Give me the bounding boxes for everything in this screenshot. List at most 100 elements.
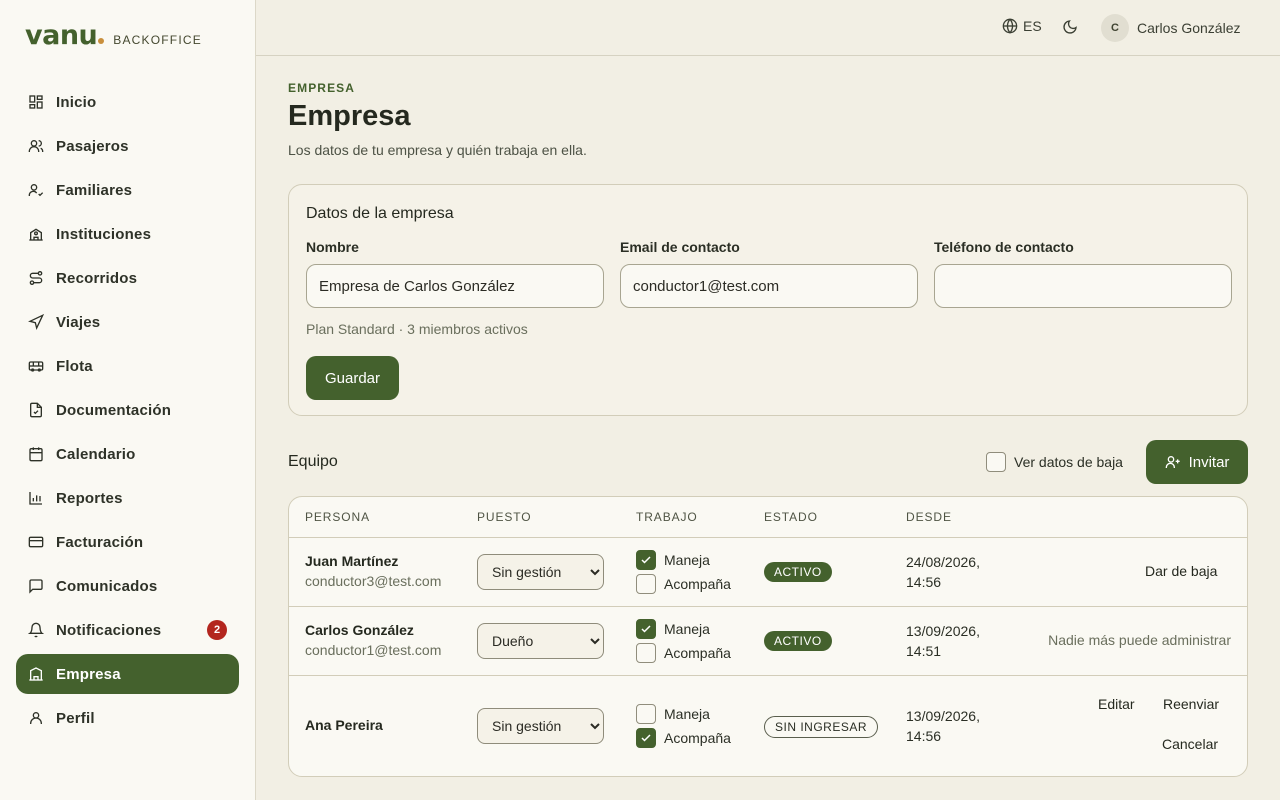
accompanies-checkbox[interactable]: Acompaña xyxy=(636,574,731,594)
notification-count-badge: 2 xyxy=(207,620,227,640)
person-email: conductor1@test.com xyxy=(305,642,442,658)
plan-info: Plan Standard · 3 miembros activos xyxy=(306,321,528,337)
file-check-icon xyxy=(30,402,42,418)
deactivate-button[interactable]: Dar de baja xyxy=(1145,563,1217,579)
since-date-day: 13/09/2026, xyxy=(906,623,980,639)
checkbox[interactable] xyxy=(986,452,1006,472)
show-inactive-label: Ver datos de baja xyxy=(1014,454,1123,470)
page-title: Empresa xyxy=(288,100,411,132)
invite-label: Invitar xyxy=(1188,453,1230,471)
since-date: 13/09/2026, 14:51 xyxy=(906,621,1006,661)
sidebar-item-label: Perfil xyxy=(56,709,95,727)
checkbox[interactable] xyxy=(636,704,656,724)
sidebar-item-label: Flota xyxy=(56,357,93,375)
drives-checkbox[interactable]: Maneja xyxy=(636,704,710,724)
table-header: Persona Puesto Trabajo Estado Desde xyxy=(289,497,1247,538)
sidebar-item-calendario[interactable]: Calendario xyxy=(16,434,239,474)
accompanies-checkbox[interactable]: Acompaña xyxy=(636,728,731,748)
sidebar-item-instituciones[interactable]: Instituciones xyxy=(16,214,239,254)
sidebar-item-viajes[interactable]: Viajes xyxy=(16,302,239,342)
accompanies-label: Acompaña xyxy=(664,645,731,661)
edit-button[interactable]: Editar xyxy=(1098,696,1135,712)
since-date: 13/09/2026, 14:56 xyxy=(906,706,1006,746)
person-name: Ana Pereira xyxy=(305,717,383,733)
navigation-icon xyxy=(28,314,44,330)
sidebar-item-label: Empresa xyxy=(56,665,121,683)
accompanies-checkbox[interactable]: Acompaña xyxy=(636,643,731,663)
moon-icon xyxy=(1063,20,1077,34)
checkbox[interactable] xyxy=(636,574,656,594)
sidebar-nav: Inicio Pasajeros Familiares Institucione… xyxy=(16,82,239,742)
user-menu[interactable]: C Carlos González xyxy=(1101,14,1241,42)
sidebar-item-documentacion[interactable]: Documentación xyxy=(16,390,239,430)
accompanies-label: Acompaña xyxy=(664,730,731,746)
calendar-icon xyxy=(29,447,43,462)
company-details-card: Datos de la empresa Nombre Email de cont… xyxy=(288,184,1248,416)
bar-chart-icon xyxy=(29,492,42,505)
sidebar-item-label: Pasajeros xyxy=(56,137,129,155)
role-select[interactable]: Sin gestión xyxy=(477,708,604,744)
page-subtitle: Los datos de tu empresa y quién trabaja … xyxy=(288,142,587,158)
save-button[interactable]: Guardar xyxy=(306,356,399,400)
user-plus-icon xyxy=(1165,456,1180,468)
role-select[interactable]: Sin gestión Dueño xyxy=(477,554,604,590)
contact-email-input[interactable] xyxy=(620,264,918,308)
since-date-day: 13/09/2026, xyxy=(906,708,980,724)
theme-toggle[interactable] xyxy=(1062,19,1078,40)
bell-icon xyxy=(28,622,44,638)
table-row: Carlos González conductor1@test.com Dueñ… xyxy=(289,607,1247,676)
name-label: Nombre xyxy=(306,239,359,255)
sidebar-item-flota[interactable]: Flota xyxy=(16,346,239,386)
sidebar-item-notificaciones[interactable]: Notificaciones 2 xyxy=(16,610,239,650)
brand-wordmark: vanu xyxy=(25,20,98,51)
users-icon xyxy=(28,140,44,152)
cancel-invite-button[interactable]: Cancelar xyxy=(1162,736,1218,752)
drives-label: Maneja xyxy=(664,706,710,722)
sidebar-item-label: Reportes xyxy=(56,489,123,507)
status-badge: ACTIVO xyxy=(764,631,832,651)
check-icon xyxy=(641,734,651,742)
building-icon xyxy=(29,667,43,681)
since-date-time: 14:56 xyxy=(906,728,942,744)
user-check-icon xyxy=(28,184,44,197)
resend-button[interactable]: Reenviar xyxy=(1163,696,1219,712)
contact-phone-input[interactable] xyxy=(934,264,1232,308)
sidebar-item-pasajeros[interactable]: Pasajeros xyxy=(16,126,239,166)
phone-label: Teléfono de contacto xyxy=(934,239,1074,255)
column-header-trabajo: Trabajo xyxy=(636,510,698,524)
since-date-time: 14:51 xyxy=(906,643,942,659)
drives-checkbox[interactable]: Maneja xyxy=(636,550,710,570)
drives-label: Maneja xyxy=(664,552,710,568)
checkbox[interactable] xyxy=(636,643,656,663)
person-name: Juan Martínez xyxy=(305,553,399,569)
sidebar-item-reportes[interactable]: Reportes xyxy=(16,478,239,518)
owner-note: Nadie más puede administrar xyxy=(1048,632,1231,648)
checkbox[interactable] xyxy=(636,619,656,639)
checkbox[interactable] xyxy=(636,728,656,748)
credit-card-icon xyxy=(28,536,44,548)
sidebar-item-label: Familiares xyxy=(56,181,133,199)
avatar: C xyxy=(1101,14,1129,42)
checkbox[interactable] xyxy=(636,550,656,570)
column-header-puesto: Puesto xyxy=(477,510,532,524)
brand-logo[interactable]: vanu BACKOFFICE xyxy=(25,20,202,51)
show-inactive-checkbox[interactable]: Ver datos de baja xyxy=(986,452,1123,472)
grid-icon xyxy=(29,95,43,109)
route-icon xyxy=(29,271,43,285)
sidebar-item-label: Instituciones xyxy=(56,225,152,243)
sidebar-item-perfil[interactable]: Perfil xyxy=(16,698,239,738)
invite-button[interactable]: Invitar xyxy=(1146,440,1248,484)
sidebar-item-comunicados[interactable]: Comunicados xyxy=(16,566,239,606)
sidebar-item-inicio[interactable]: Inicio xyxy=(16,82,239,122)
sidebar-item-label: Documentación xyxy=(56,401,172,419)
sidebar-item-empresa[interactable]: Empresa xyxy=(16,654,239,694)
language-switcher[interactable]: ES xyxy=(1002,18,1042,34)
bus-icon xyxy=(28,361,44,372)
sidebar-item-recorridos[interactable]: Recorridos xyxy=(16,258,239,298)
drives-checkbox[interactable]: Maneja xyxy=(636,619,710,639)
sidebar-item-facturacion[interactable]: Facturación xyxy=(16,522,239,562)
sidebar-item-familiares[interactable]: Familiares xyxy=(16,170,239,210)
company-name-input[interactable] xyxy=(306,264,604,308)
sidebar: vanu BACKOFFICE Inicio Pasajeros Familia… xyxy=(0,0,256,800)
role-select[interactable]: Dueño xyxy=(477,623,604,659)
